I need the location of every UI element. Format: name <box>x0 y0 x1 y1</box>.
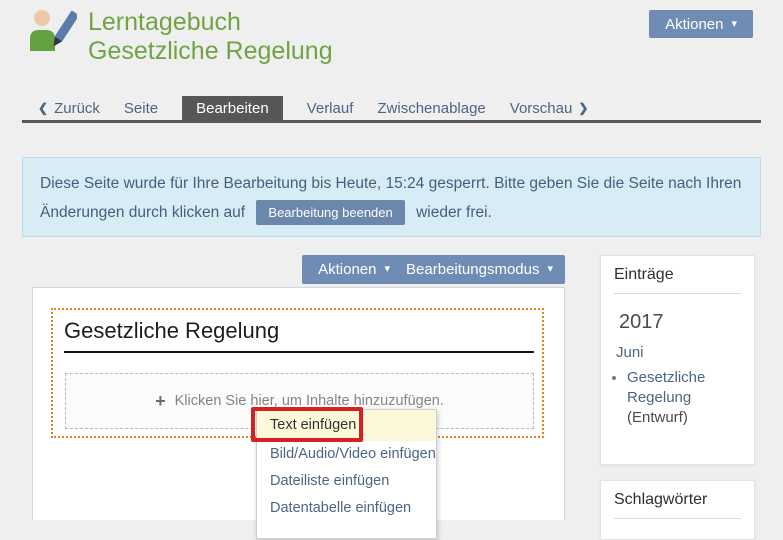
chevron-left-icon: ❮ <box>38 101 48 115</box>
entries-panel: Einträge 2017 Juni Gesetzliche Regelung … <box>600 255 755 465</box>
keywords-panel: Schlagwörter <box>600 480 755 540</box>
chevron-right-icon: ❯ <box>578 101 588 115</box>
entry-status: (Entwurf) <box>627 409 688 426</box>
header-actions-label: Aktionen <box>665 16 723 33</box>
menu-item-dateiliste-einfuegen[interactable]: Dateiliste einfügen <box>257 468 436 495</box>
menu-item-label: Bild/Audio/Video einfügen <box>270 446 436 462</box>
tab-vorschau[interactable]: Vorschau ❯ <box>510 100 589 117</box>
keywords-panel-title: Schlagwörter <box>601 481 754 518</box>
entries-panel-title: Einträge <box>601 256 754 293</box>
menu-item-label: Dateiliste einfügen <box>270 473 389 489</box>
lock-info-text-after: wieder frei. <box>416 204 492 221</box>
edit-mode-label: Bearbeitungsmodus <box>406 261 539 278</box>
entries-year: 2017 <box>619 311 754 334</box>
tab-back-label: Zurück <box>54 100 100 117</box>
tab-back[interactable]: ❮ Zurück <box>38 100 100 117</box>
tab-seite[interactable]: Seite <box>124 100 158 117</box>
plus-icon: + <box>155 391 166 412</box>
caret-down-icon: ▾ <box>731 19 737 30</box>
menu-item-label: Text einfügen <box>270 417 356 433</box>
person-pencil-icon <box>29 9 77 51</box>
finish-editing-button[interactable]: Bearbeitung beenden <box>256 200 404 225</box>
panel-separator <box>614 293 741 294</box>
entry-link[interactable]: Gesetzliche Regelung <box>627 369 705 406</box>
header-actions-button[interactable]: Aktionen ▾ <box>649 10 753 38</box>
tab-zwischenablage[interactable]: Zwischenablage <box>377 100 485 117</box>
lock-info-message: Diese Seite wurde für Ihre Bearbeitung b… <box>22 157 761 237</box>
tab-verlauf[interactable]: Verlauf <box>307 100 354 117</box>
entries-list: Gesetzliche Regelung (Entwurf) <box>601 368 754 428</box>
menu-item-label: Datentabelle einfügen <box>270 500 411 516</box>
page-title: Lerntagebuch <box>88 8 333 37</box>
menu-item-bild-audio-video-einfuegen[interactable]: Bild/Audio/Video einfügen <box>257 441 436 468</box>
page-subtitle: Gesetzliche Regelung <box>88 37 333 66</box>
caret-down-icon: ▾ <box>384 264 390 275</box>
editor-actions-label: Aktionen <box>318 261 376 278</box>
content-page-title: Gesetzliche Regelung <box>64 318 534 353</box>
entries-month-link[interactable]: Juni <box>616 344 754 361</box>
tab-bar: ❮ Zurück Seite Bearbeiten Verlauf Zwisch… <box>22 96 761 123</box>
menu-item-datentabelle-einfuegen[interactable]: Datentabelle einfügen <box>257 495 436 522</box>
tab-vorschau-label: Vorschau <box>510 100 573 117</box>
add-content-label: Klicken Sie hier, um Inhalte hinzuzufüge… <box>175 393 444 409</box>
editor-actions-button[interactable]: Aktionen ▾ <box>302 255 406 284</box>
edit-mode-button[interactable]: Bearbeitungsmodus ▾ <box>394 255 565 284</box>
insert-content-menu: Text einfügen Bild/Audio/Video einfügen … <box>256 409 437 539</box>
entry-list-item: Gesetzliche Regelung (Entwurf) <box>627 368 754 428</box>
caret-down-icon: ▾ <box>547 264 553 275</box>
menu-item-text-einfuegen[interactable]: Text einfügen <box>257 410 436 441</box>
learning-journal-icon <box>29 9 77 51</box>
tab-bearbeiten[interactable]: Bearbeiten <box>182 96 283 120</box>
page-header: Lerntagebuch Gesetzliche Regelung <box>88 8 333 66</box>
